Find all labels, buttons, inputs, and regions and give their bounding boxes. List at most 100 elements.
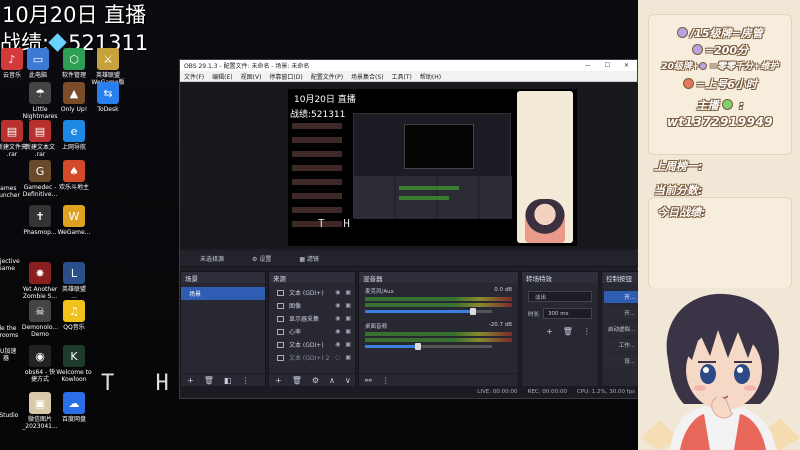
- close-button[interactable]: ✕: [624, 62, 629, 69]
- menu-edit[interactable]: 编辑(E): [212, 72, 232, 81]
- preview-nested-panel: [517, 91, 573, 243]
- scenes-dock: 场景 场景 + 🗑 ◧ ⋮: [180, 271, 266, 388]
- duration-input[interactable]: 300 ms: [543, 308, 592, 319]
- source-item[interactable]: 文本 (GDI+) 2 ◌ ▣: [269, 351, 355, 364]
- source-item[interactable]: 文本 (GDI+) ◉ ▣: [269, 286, 355, 299]
- start-recording-button[interactable]: 开...: [604, 307, 638, 319]
- move-down-icon[interactable]: ∨: [345, 376, 351, 385]
- stream-stats: 上周榜一: 当前分数:: [654, 155, 794, 203]
- duration-label: 时长: [528, 311, 540, 318]
- volume-meter: [365, 303, 512, 307]
- lock-icon[interactable]: ▣: [345, 328, 351, 335]
- preview-nested-obs: [353, 113, 512, 219]
- lock-icon[interactable]: ▣: [345, 289, 351, 296]
- desktop-icon-label: 欢乐斗地主: [58, 184, 89, 191]
- rules-card: /15级牌=房管 =200分 20级牌+ =零零千分+维护 =上号6小时 主播 :…: [648, 14, 792, 155]
- rocket-icon: [683, 78, 695, 89]
- last-week-top: 上周榜一:: [654, 160, 703, 173]
- desktop-icon[interactable]: K Welcome to Kowloon: [48, 345, 100, 383]
- visibility-eye-icon[interactable]: ◌: [335, 354, 340, 361]
- volume-slider[interactable]: [365, 308, 492, 315]
- lock-icon[interactable]: ▣: [345, 341, 351, 348]
- settings-button[interactable]: 设...: [604, 355, 638, 367]
- lock-icon[interactable]: ▣: [345, 302, 351, 309]
- no-source-label: 未选择源: [200, 256, 225, 263]
- desktop-icon-label-edge[interactable]: S Studio: [0, 412, 32, 419]
- studio-mode-button[interactable]: 工作...: [604, 339, 638, 351]
- virtual-camera-button[interactable]: 启动虚拟...: [604, 323, 638, 335]
- app-icon: ☁: [63, 392, 85, 414]
- lock-icon[interactable]: ▣: [345, 315, 351, 322]
- mixer-more-icon[interactable]: ⋮: [382, 376, 390, 385]
- obs-menubar: 文件(F) 编辑(E) 视图(V) 停靠窗口(D) 配置文件(P) 场景集合(S…: [180, 71, 637, 82]
- desktop-icon[interactable]: W WeGame...: [48, 205, 100, 236]
- desktop-icon[interactable]: e 上网导航: [48, 120, 100, 151]
- transition-more-icon[interactable]: ⋮: [583, 327, 591, 336]
- visibility-eye-icon[interactable]: ◉: [335, 328, 340, 335]
- remove-source-icon[interactable]: 🗑: [292, 376, 302, 385]
- menu-profile[interactable]: 配置文件(P): [311, 72, 343, 81]
- desktop-icon[interactable]: L 英雄联盟 ...: [48, 262, 100, 300]
- remove-scene-icon[interactable]: 🗑: [204, 376, 214, 385]
- visibility-eye-icon[interactable]: ◉: [335, 302, 340, 309]
- properties-button[interactable]: ⚙ 设置: [252, 254, 271, 263]
- menu-file[interactable]: 文件(F): [184, 72, 204, 81]
- lock-icon[interactable]: ▣: [345, 354, 351, 361]
- menu-view[interactable]: 视图(V): [241, 72, 262, 81]
- preview-title: 10月20日 直播: [294, 95, 356, 105]
- desktop-icon-label: ToDesk: [97, 106, 119, 113]
- visibility-eye-icon[interactable]: ◉: [335, 315, 340, 322]
- volume-knob[interactable]: [415, 343, 422, 350]
- rule-line: /15级牌=房管: [649, 25, 791, 42]
- desktop-icon[interactable]: ⚔英雄联盟 WeGame版: [82, 48, 134, 86]
- desktop-icon-label-edge[interactable]: UU加速 器: [0, 348, 32, 362]
- remove-transition-icon[interactable]: 🗑: [563, 327, 573, 336]
- source-item[interactable]: 显示器采集 ◉ ▣: [269, 312, 355, 325]
- transition-select[interactable]: 淡出: [528, 291, 592, 302]
- audio-settings-icon[interactable]: ⚯: [365, 376, 372, 385]
- filters-button[interactable]: ▦ 滤镜: [299, 254, 319, 263]
- desktop-icon-label-edge[interactable]: Games Launcher: [0, 185, 32, 199]
- app-icon: L: [63, 262, 85, 284]
- channel-name: 桌面音频: [365, 324, 388, 330]
- scene-more-icon[interactable]: ⋮: [241, 376, 249, 385]
- source-settings-icon[interactable]: ⚙: [312, 376, 319, 385]
- volume-meter: [365, 338, 512, 342]
- screen: 10月20日 直播 战绩:521311 ♪云音乐▭此电脑⬡软件管理⚔英雄联盟 W…: [0, 0, 800, 450]
- scene-item[interactable]: 场景: [181, 287, 265, 300]
- menu-help[interactable]: 帮助(H): [420, 72, 441, 81]
- visibility-eye-icon[interactable]: ◉: [335, 289, 340, 296]
- add-scene-icon[interactable]: +: [187, 376, 194, 385]
- volume-knob[interactable]: [469, 308, 476, 315]
- menu-docks[interactable]: 停靠窗口(D): [269, 72, 302, 81]
- minimize-button[interactable]: —: [585, 62, 591, 69]
- source-item[interactable]: 图像 ◉ ▣: [269, 299, 355, 312]
- visibility-eye-icon[interactable]: ◉: [335, 341, 340, 348]
- mixer-channel-desktop: 桌面音频 -20.7 dB: [359, 316, 518, 350]
- preview-canvas[interactable]: 10月20日 直播 战绩:521311 T H: [288, 89, 577, 246]
- desktop-icon-label: WeGame...: [57, 229, 91, 236]
- source-item[interactable]: 心率 ◉ ▣: [269, 325, 355, 338]
- channel-db: -20.7 dB: [488, 322, 512, 328]
- desktop-icon[interactable]: ♠ 欢乐斗地主: [48, 160, 100, 191]
- start-streaming-button[interactable]: 开...: [604, 291, 638, 303]
- add-source-icon[interactable]: +: [275, 376, 282, 385]
- menu-scene-collection[interactable]: 场景集合(S): [351, 72, 384, 81]
- desktop-icon[interactable]: ☁ 百度网盘: [48, 392, 100, 423]
- source-item[interactable]: 文本 (GDI+) ◉ ▣: [269, 338, 355, 351]
- desktop-icon-label-edge[interactable]: objective Game: [0, 258, 32, 272]
- desktop-icon-label-edge[interactable]: ide the rkrooms: [0, 325, 32, 339]
- move-up-icon[interactable]: ∧: [329, 376, 335, 385]
- volume-slider[interactable]: [365, 343, 492, 350]
- channel-name: 麦克风/Aux: [365, 289, 394, 295]
- source-toolbar: 未选择源 ⚙ 设置 ▦ 滤镜: [180, 251, 639, 267]
- desktop-icon[interactable]: ♫ QQ音乐: [48, 300, 100, 331]
- obs-titlebar[interactable]: OBS 29.1.3 - 配置文件: 未命名 - 场景: 未命名 — ☐ ✕: [180, 60, 637, 71]
- desktop-icon-label: Welcome to Kowloon: [56, 369, 92, 383]
- add-transition-icon[interactable]: +: [546, 327, 553, 336]
- scene-filter-icon[interactable]: ◧: [224, 376, 232, 385]
- maximize-button[interactable]: ☐: [605, 62, 610, 69]
- menu-tools[interactable]: 工具(T): [392, 72, 412, 81]
- volume-meter: [365, 332, 512, 336]
- desktop-icon[interactable]: ⇆ ToDesk: [82, 82, 134, 113]
